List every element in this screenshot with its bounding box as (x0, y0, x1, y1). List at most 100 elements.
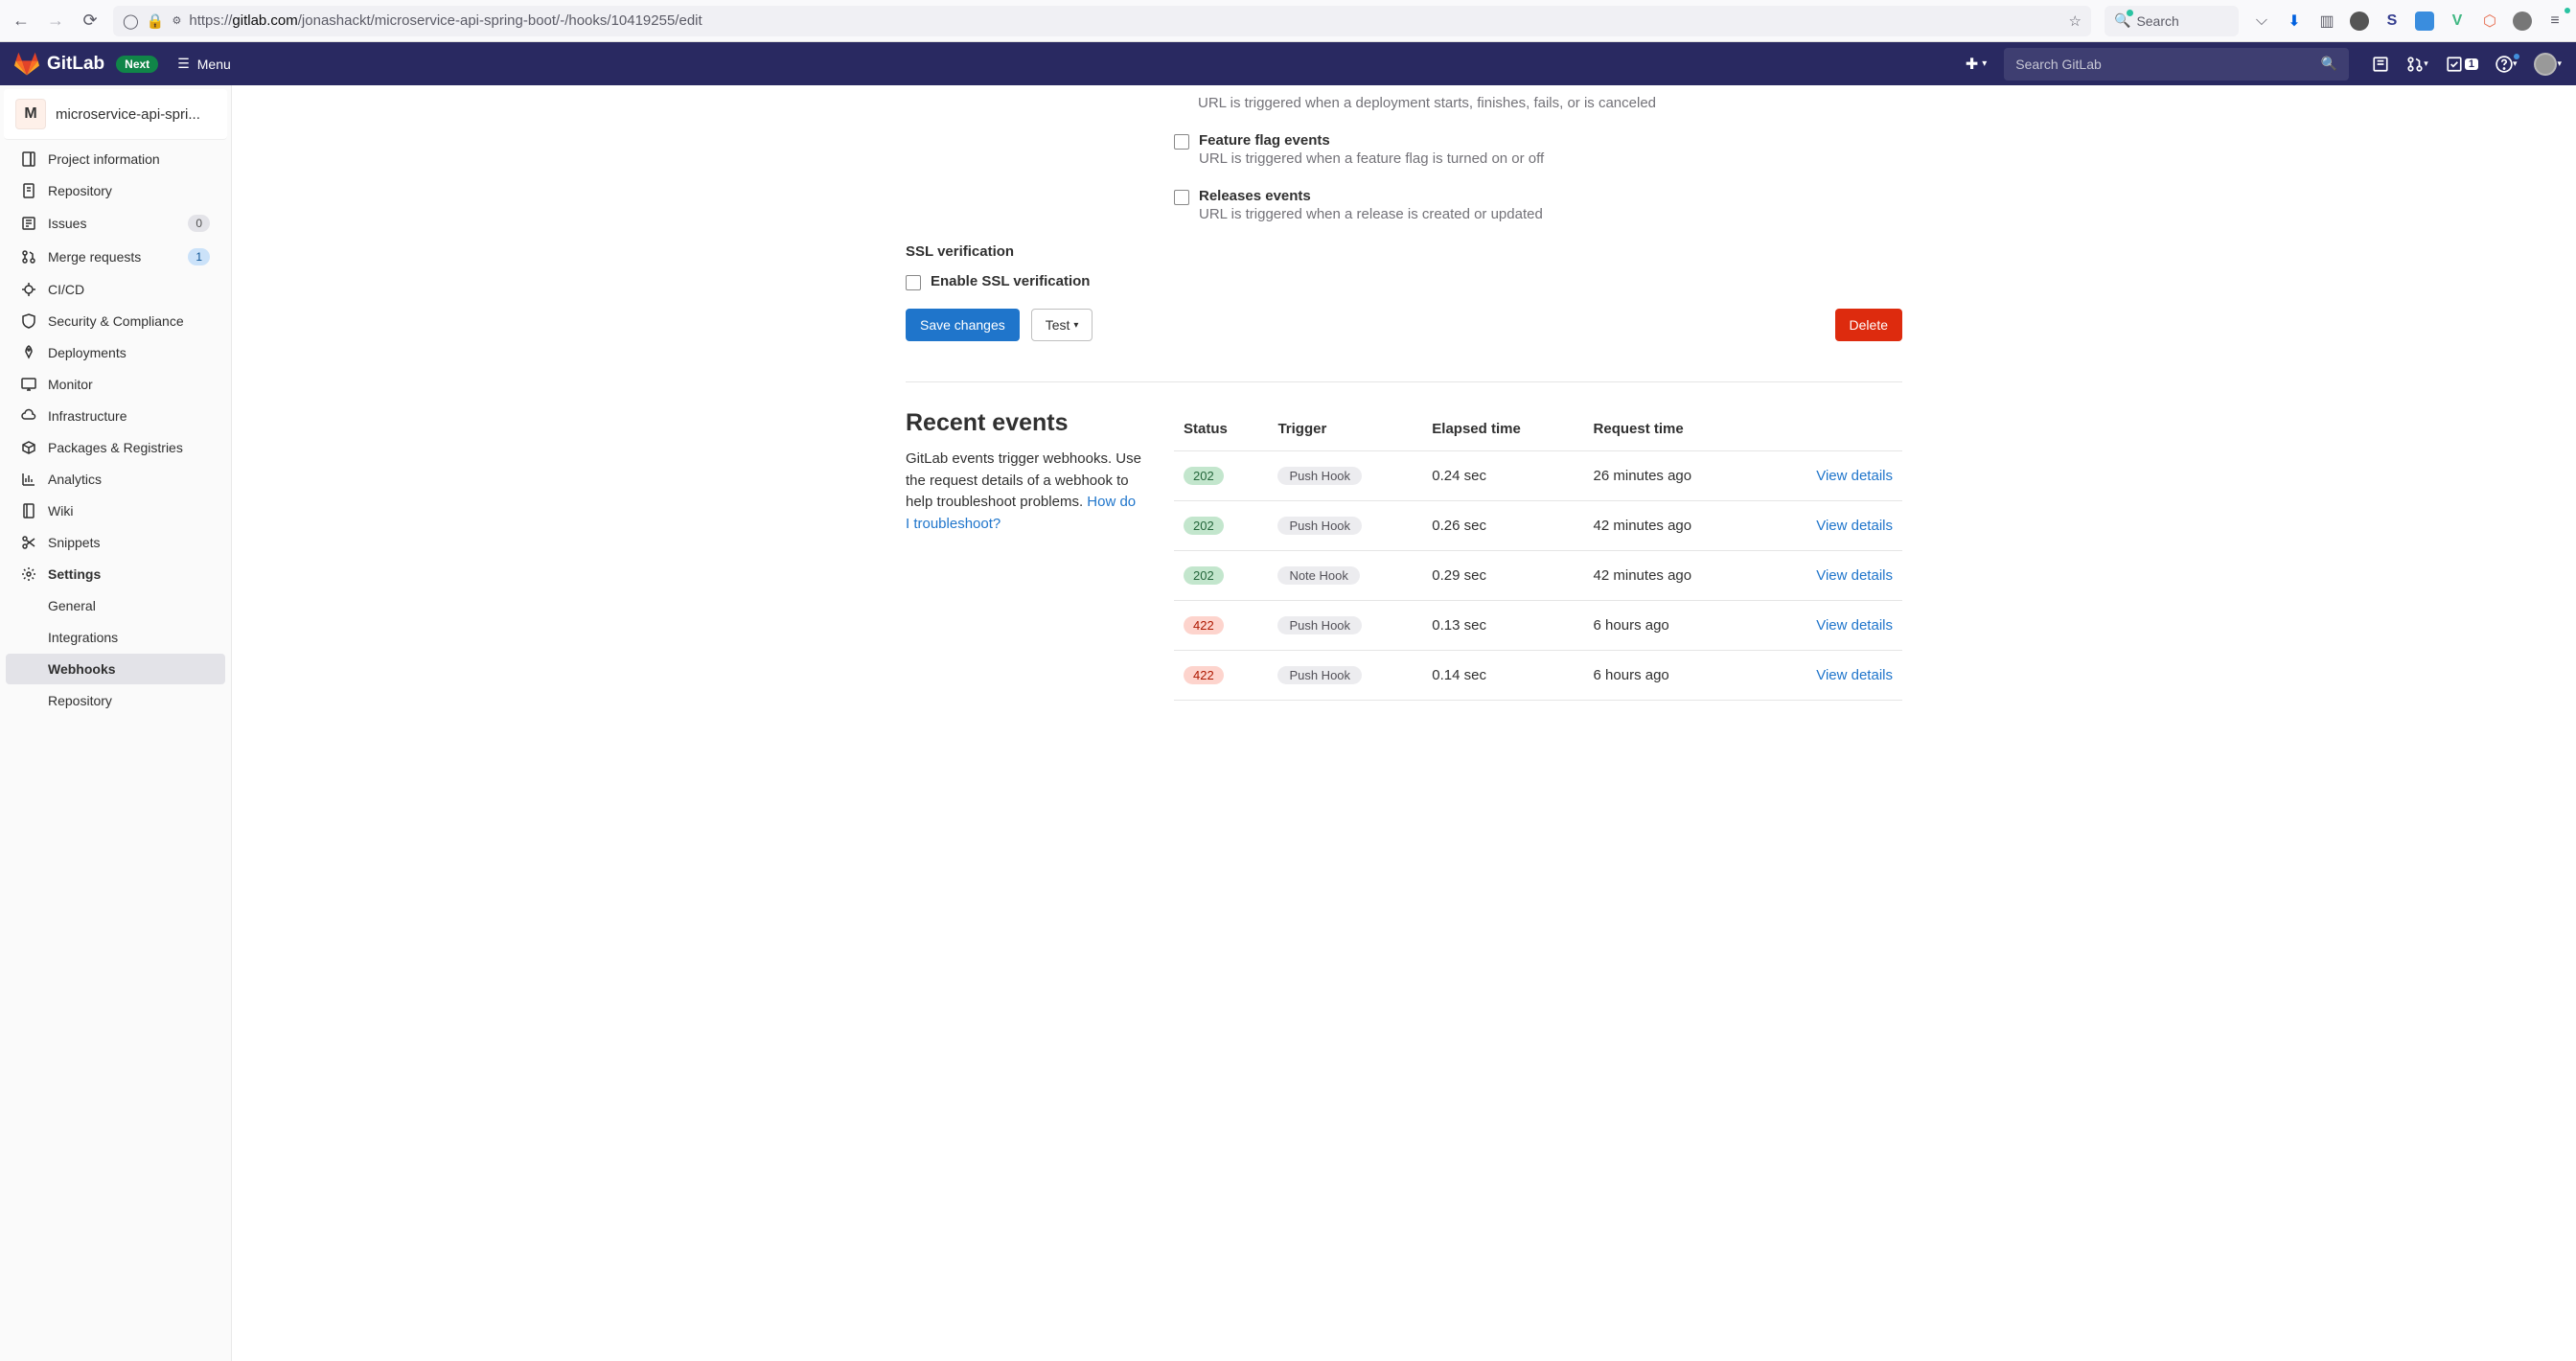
status-badge: 422 (1184, 616, 1224, 634)
sidebar-item-packages[interactable]: Packages & Registries (6, 432, 225, 463)
sidebar-item-security[interactable]: Security & Compliance (6, 306, 225, 336)
ext-icon-5[interactable]: ⬡ (2480, 12, 2499, 31)
menu-toggle[interactable]: ☰ Menu (177, 56, 231, 72)
sidebar-item-snippets[interactable]: Snippets (6, 527, 225, 558)
sidebar-item-deployments[interactable]: Deployments (6, 337, 225, 368)
sidebar-item-issues[interactable]: Issues 0 (6, 207, 225, 240)
releases-checkbox[interactable] (1174, 190, 1189, 205)
section-divider (906, 381, 1902, 382)
sidebar-item-settings[interactable]: Settings (6, 559, 225, 589)
sidebar-item-monitor[interactable]: Monitor (6, 369, 225, 400)
table-row: 202Note Hook0.29 sec42 minutes agoView d… (1174, 551, 1902, 601)
pocket-icon[interactable]: ⌵ (2252, 12, 2271, 31)
feature-flag-title: Feature flag events (1199, 132, 1544, 149)
downloads-icon[interactable]: ⬇ (2285, 12, 2304, 31)
cloud-icon (21, 408, 36, 424)
url-bar[interactable]: ◯ 🔒 ⚙ https://gitlab.com/jonashackt/micr… (113, 6, 2091, 36)
shield-icon[interactable]: ◯ (123, 12, 139, 30)
status-badge: 202 (1184, 467, 1224, 485)
reload-icon[interactable]: ⟳ (80, 11, 100, 31)
lock-icon: 🔒 (147, 12, 165, 30)
main-content: URL is triggered when a deployment start… (232, 85, 2576, 1361)
overflow-icon[interactable]: ≡ (2545, 12, 2564, 31)
ext-icon-1[interactable] (2350, 12, 2369, 31)
mr-count: 1 (188, 248, 210, 265)
permissions-icon[interactable]: ⚙ (172, 14, 181, 27)
delete-button[interactable]: Delete (1835, 309, 1902, 341)
view-details-link[interactable]: View details (1816, 518, 1893, 534)
elapsed-time: 0.24 sec (1422, 451, 1583, 501)
table-row: 422Push Hook0.14 sec6 hours agoView deta… (1174, 651, 1902, 701)
chevron-down-icon: ▾ (2513, 58, 2518, 69)
col-trigger: Trigger (1268, 409, 1422, 451)
issues-count: 0 (188, 215, 210, 232)
forward-icon[interactable]: → (46, 11, 65, 31)
gitlab-logo[interactable]: GitLab (14, 52, 104, 77)
cicd-icon (21, 282, 36, 297)
reader-icon[interactable]: ▥ (2317, 12, 2336, 31)
todos-icon[interactable]: 1 (2446, 56, 2478, 73)
status-badge: 202 (1184, 566, 1224, 585)
settings-integrations[interactable]: Integrations (6, 622, 225, 653)
issues-icon[interactable] (2372, 56, 2389, 73)
next-badge[interactable]: Next (116, 56, 158, 73)
gitlab-search[interactable]: Search GitLab 🔍 (2004, 48, 2349, 81)
shield-icon (21, 313, 36, 329)
sidebar-item-project-info[interactable]: Project information (6, 144, 225, 174)
ext-icon-2[interactable]: S (2382, 12, 2402, 31)
back-icon[interactable]: ← (12, 11, 31, 31)
monitor-icon (21, 377, 36, 392)
info-icon (21, 151, 36, 167)
trigger-badge: Push Hook (1277, 666, 1362, 684)
project-avatar: M (15, 99, 46, 129)
create-new-dropdown[interactable]: ✚ ▾ (1960, 51, 1992, 78)
elapsed-time: 0.14 sec (1422, 651, 1583, 701)
sidebar-item-merge-requests[interactable]: Merge requests 1 (6, 241, 225, 273)
view-details-link[interactable]: View details (1816, 468, 1893, 484)
sidebar-item-repository[interactable]: Repository (6, 175, 225, 206)
status-badge: 422 (1184, 666, 1224, 684)
request-time: 26 minutes ago (1584, 451, 1760, 501)
sidebar-item-analytics[interactable]: Analytics (6, 464, 225, 495)
sidebar: M microservice-api-spri... Project infor… (0, 85, 232, 1361)
feature-flag-checkbox[interactable] (1174, 134, 1189, 150)
tanuki-icon (14, 52, 39, 77)
ext-icon-4[interactable]: V (2448, 12, 2467, 31)
avatar (2534, 53, 2557, 76)
browser-search[interactable]: 🔍 Search (2104, 6, 2239, 36)
elapsed-time: 0.29 sec (1422, 551, 1583, 601)
trigger-badge: Push Hook (1277, 517, 1362, 535)
col-status: Status (1174, 409, 1268, 451)
request-time: 42 minutes ago (1584, 551, 1760, 601)
ssl-checkbox[interactable] (906, 275, 921, 290)
deploy-desc: URL is triggered when a deployment start… (1198, 95, 1656, 111)
sidebar-item-wiki[interactable]: Wiki (6, 496, 225, 526)
test-dropdown[interactable]: Test ▾ (1031, 309, 1093, 341)
releases-desc: URL is triggered when a release is creat… (1199, 206, 1543, 222)
view-details-link[interactable]: View details (1816, 667, 1893, 683)
package-icon (21, 440, 36, 455)
settings-webhooks[interactable]: Webhooks (6, 654, 225, 684)
merge-requests-icon[interactable]: ▾ (2406, 56, 2428, 73)
chevron-down-icon: ▾ (1982, 58, 1987, 69)
repository-icon (21, 183, 36, 198)
view-details-link[interactable]: View details (1816, 567, 1893, 584)
elapsed-time: 0.13 sec (1422, 601, 1583, 651)
ext-icon-3[interactable] (2415, 12, 2434, 31)
settings-repository[interactable]: Repository (6, 685, 225, 716)
user-menu[interactable]: ▾ (2534, 53, 2562, 76)
project-name: microservice-api-spri... (56, 106, 200, 123)
help-icon[interactable]: ▾ (2496, 56, 2518, 73)
save-button[interactable]: Save changes (906, 309, 1020, 341)
view-details-link[interactable]: View details (1816, 617, 1893, 634)
bookmark-star-icon[interactable]: ☆ (2069, 12, 2082, 30)
sidebar-item-infrastructure[interactable]: Infrastructure (6, 401, 225, 431)
sidebar-item-cicd[interactable]: CI/CD (6, 274, 225, 305)
status-badge: 202 (1184, 517, 1224, 535)
project-header[interactable]: M microservice-api-spri... (4, 89, 227, 140)
search-icon: 🔍 (2114, 12, 2130, 29)
account-icon[interactable] (2513, 12, 2532, 31)
scissors-icon (21, 535, 36, 550)
settings-general[interactable]: General (6, 590, 225, 621)
search-placeholder: Search GitLab (2015, 57, 2102, 72)
